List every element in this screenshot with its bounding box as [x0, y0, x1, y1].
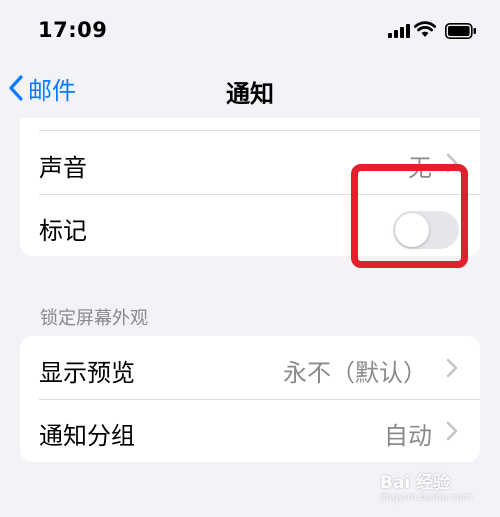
show-preview-value: 永不（默认）	[283, 359, 427, 387]
sound-label: 声音	[39, 154, 87, 182]
status-bar: 17:09	[0, 0, 500, 60]
cellular-signal-icon	[388, 24, 410, 38]
wifi-icon	[414, 21, 436, 37]
section-header-lock-screen: 锁定屏幕外观	[40, 308, 148, 329]
lock-screen-group: 显示预览 永不（默认） 通知分组 自动	[20, 336, 480, 462]
show-preview-label: 显示预览	[39, 359, 135, 387]
notification-grouping-label: 通知分组	[39, 422, 135, 450]
navigation-bar: 邮件 通知	[0, 60, 500, 118]
chevron-right-icon	[446, 421, 458, 441]
page-title: 通知	[226, 80, 274, 108]
status-time: 17:09	[38, 18, 108, 42]
highlight-annotation-box	[351, 164, 468, 268]
badge-label: 标记	[39, 217, 87, 245]
show-preview-row[interactable]: 显示预览 永不（默认）	[20, 336, 480, 399]
chevron-right-icon	[446, 358, 458, 378]
watermark-url: jingyan.baidu.com	[380, 492, 473, 503]
baidu-jingyan-watermark: Bai 经验 jingyan.baidu.com	[380, 462, 496, 512]
notification-grouping-value: 自动	[384, 422, 432, 450]
battery-icon	[445, 23, 476, 39]
watermark-text: Bai 经验	[380, 473, 451, 493]
notification-grouping-row[interactable]: 通知分组 自动	[20, 400, 480, 462]
